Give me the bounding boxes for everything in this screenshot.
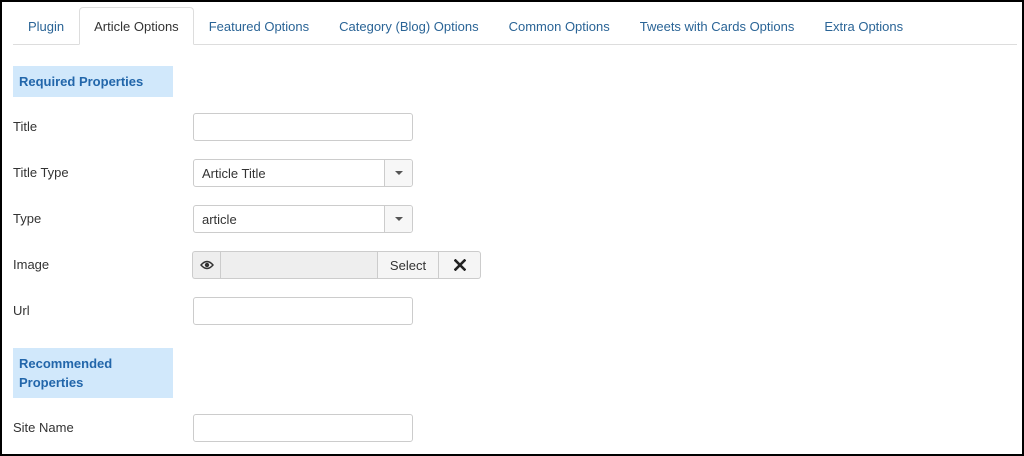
close-icon[interactable] (439, 251, 481, 279)
recommended-properties-header: Recommended Properties (13, 348, 173, 398)
tab-tweets-with-cards-options[interactable]: Tweets with Cards Options (625, 7, 810, 45)
site-name-label: Site Name (13, 420, 74, 435)
type-select[interactable]: article (193, 205, 413, 233)
image-media-field: Select (192, 251, 481, 279)
tab-featured-options[interactable]: Featured Options (194, 7, 324, 45)
title-input[interactable] (193, 113, 413, 141)
title-type-value: Article Title (202, 165, 266, 181)
eye-icon[interactable] (192, 251, 220, 279)
site-name-input[interactable] (193, 414, 413, 442)
required-properties-header: Required Properties (13, 66, 173, 97)
title-type-label: Title Type (13, 165, 69, 180)
tab-plugin[interactable]: Plugin (13, 7, 79, 45)
type-label: Type (13, 211, 42, 226)
image-path-input[interactable] (220, 251, 378, 279)
caret-down-icon[interactable] (384, 160, 412, 186)
tab-article-options[interactable]: Article Options (79, 7, 194, 45)
title-type-select[interactable]: Article Title (193, 159, 413, 187)
tab-category-blog-options[interactable]: Category (Blog) Options (324, 7, 493, 45)
image-label: Image (13, 257, 50, 272)
tab-bar: Plugin Article Options Featured Options … (13, 7, 1017, 45)
url-label: Url (13, 303, 30, 318)
title-label: Title (13, 119, 38, 134)
options-panel: Plugin Article Options Featured Options … (2, 2, 1022, 454)
url-input[interactable] (193, 297, 413, 325)
type-value: article (202, 211, 237, 227)
tab-common-options[interactable]: Common Options (494, 7, 625, 45)
tab-extra-options[interactable]: Extra Options (809, 7, 918, 45)
caret-down-icon[interactable] (384, 206, 412, 232)
image-select-button[interactable]: Select (378, 251, 439, 279)
